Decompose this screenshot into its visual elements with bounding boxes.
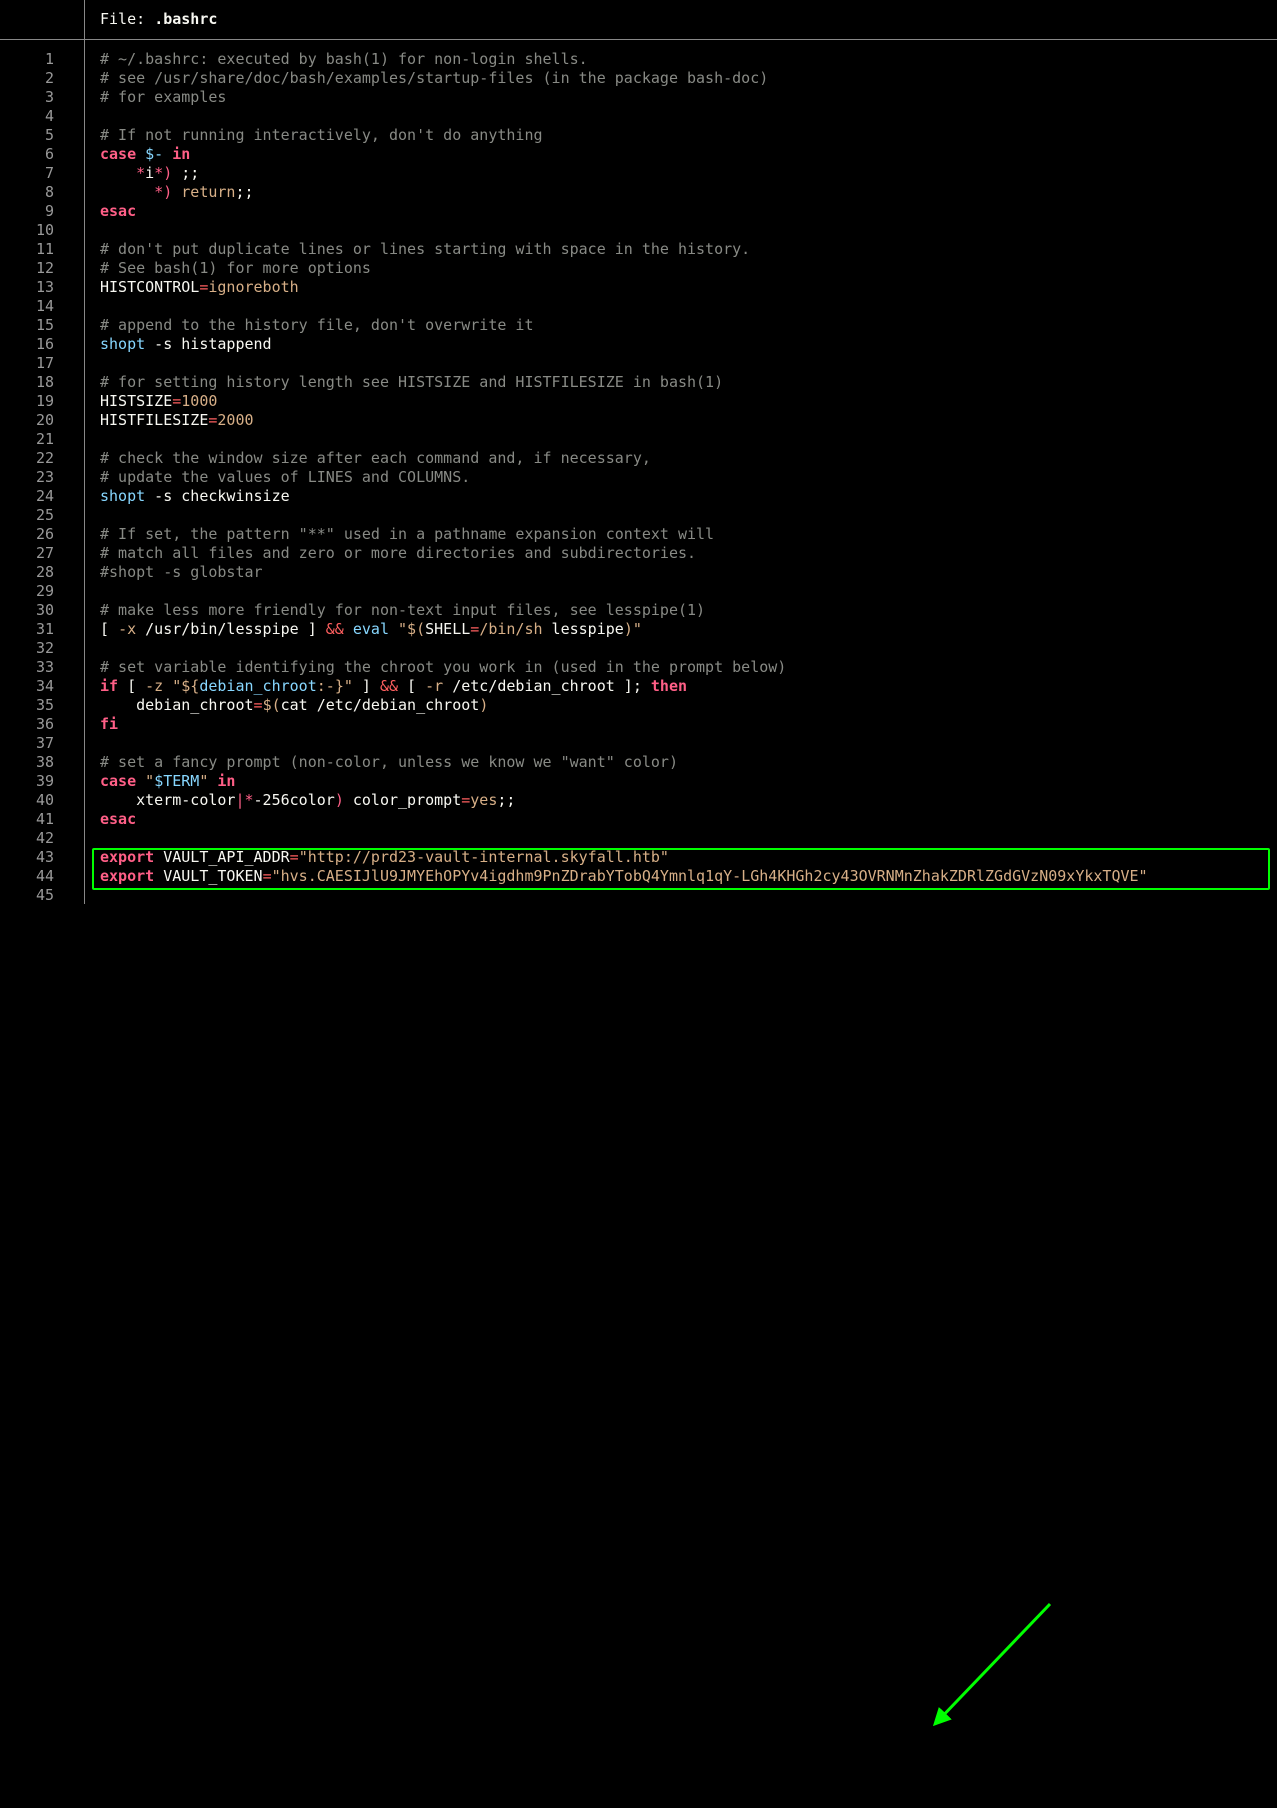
line-number: 16 <box>0 335 54 354</box>
code-line[interactable]: *) return;; <box>100 183 1277 202</box>
file-label: File: <box>100 10 154 29</box>
line-number: 3 <box>0 88 54 107</box>
code-area: 1234567891011121314151617181920212223242… <box>0 40 1277 904</box>
code-line[interactable]: # If not running interactively, don't do… <box>100 126 1277 145</box>
code-content[interactable]: # ~/.bashrc: executed by bash(1) for non… <box>85 40 1277 904</box>
filename: .bashrc <box>154 10 217 29</box>
line-number: 29 <box>0 582 54 601</box>
code-line[interactable]: case $- in <box>100 145 1277 164</box>
line-number: 19 <box>0 392 54 411</box>
code-line[interactable]: HISTCONTROL=ignoreboth <box>100 278 1277 297</box>
line-number: 24 <box>0 487 54 506</box>
line-number: 10 <box>0 221 54 240</box>
header-gutter <box>0 0 85 39</box>
code-line[interactable] <box>100 221 1277 240</box>
code-line[interactable]: # ~/.bashrc: executed by bash(1) for non… <box>100 50 1277 69</box>
annotation-arrow <box>0 904 1277 1808</box>
line-number: 6 <box>0 145 54 164</box>
code-line[interactable] <box>100 582 1277 601</box>
code-line[interactable] <box>100 829 1277 848</box>
line-number: 22 <box>0 449 54 468</box>
line-number: 28 <box>0 563 54 582</box>
line-number: 4 <box>0 107 54 126</box>
file-header: File: .bashrc <box>0 0 1277 40</box>
line-number: 26 <box>0 525 54 544</box>
code-line[interactable]: # for examples <box>100 88 1277 107</box>
code-line[interactable]: export VAULT_TOKEN="hvs.CAESIJlU9JMYEhOP… <box>100 867 1277 886</box>
line-number: 32 <box>0 639 54 658</box>
code-line[interactable]: HISTFILESIZE=2000 <box>100 411 1277 430</box>
line-number-gutter: 1234567891011121314151617181920212223242… <box>0 40 85 904</box>
line-number: 41 <box>0 810 54 829</box>
code-line[interactable]: # See bash(1) for more options <box>100 259 1277 278</box>
line-number: 9 <box>0 202 54 221</box>
line-number: 36 <box>0 715 54 734</box>
line-number: 17 <box>0 354 54 373</box>
code-line[interactable]: # append to the history file, don't over… <box>100 316 1277 335</box>
line-number: 11 <box>0 240 54 259</box>
line-number: 31 <box>0 620 54 639</box>
line-number: 1 <box>0 50 54 69</box>
code-line[interactable]: # don't put duplicate lines or lines sta… <box>100 240 1277 259</box>
line-number: 5 <box>0 126 54 145</box>
code-line[interactable] <box>100 734 1277 753</box>
line-number: 39 <box>0 772 54 791</box>
code-line[interactable] <box>100 430 1277 449</box>
line-number: 12 <box>0 259 54 278</box>
code-line[interactable]: # match all files and zero or more direc… <box>100 544 1277 563</box>
line-number: 23 <box>0 468 54 487</box>
line-number: 34 <box>0 677 54 696</box>
code-line[interactable]: xterm-color|*-256color) color_prompt=yes… <box>100 791 1277 810</box>
line-number: 27 <box>0 544 54 563</box>
line-number: 30 <box>0 601 54 620</box>
code-line[interactable]: fi <box>100 715 1277 734</box>
code-line[interactable]: # see /usr/share/doc/bash/examples/start… <box>100 69 1277 88</box>
code-line[interactable]: HISTSIZE=1000 <box>100 392 1277 411</box>
line-number: 13 <box>0 278 54 297</box>
code-line[interactable] <box>100 107 1277 126</box>
code-line[interactable]: if [ -z "${debian_chroot:-}" ] && [ -r /… <box>100 677 1277 696</box>
line-number: 21 <box>0 430 54 449</box>
code-line[interactable]: debian_chroot=$(cat /etc/debian_chroot) <box>100 696 1277 715</box>
code-line[interactable]: esac <box>100 810 1277 829</box>
line-number: 42 <box>0 829 54 848</box>
code-line[interactable]: export VAULT_API_ADDR="http://prd23-vaul… <box>100 848 1277 867</box>
code-line[interactable]: # make less more friendly for non-text i… <box>100 601 1277 620</box>
line-number: 45 <box>0 886 54 905</box>
header-content: File: .bashrc <box>85 0 217 39</box>
line-number: 38 <box>0 753 54 772</box>
code-line[interactable] <box>100 297 1277 316</box>
code-line[interactable] <box>100 354 1277 373</box>
code-line[interactable]: esac <box>100 202 1277 221</box>
code-line[interactable]: shopt -s checkwinsize <box>100 487 1277 506</box>
code-line[interactable]: # check the window size after each comma… <box>100 449 1277 468</box>
code-line[interactable]: #shopt -s globstar <box>100 563 1277 582</box>
line-number: 40 <box>0 791 54 810</box>
line-number: 2 <box>0 69 54 88</box>
code-line[interactable]: # set a fancy prompt (non-color, unless … <box>100 753 1277 772</box>
line-number: 14 <box>0 297 54 316</box>
code-line[interactable]: shopt -s histappend <box>100 335 1277 354</box>
code-line[interactable]: *i*) ;; <box>100 164 1277 183</box>
code-line[interactable] <box>100 639 1277 658</box>
line-number: 7 <box>0 164 54 183</box>
line-number: 15 <box>0 316 54 335</box>
code-line[interactable]: # If set, the pattern "**" used in a pat… <box>100 525 1277 544</box>
line-number: 44 <box>0 867 54 886</box>
code-line[interactable]: # update the values of LINES and COLUMNS… <box>100 468 1277 487</box>
code-line[interactable]: # for setting history length see HISTSIZ… <box>100 373 1277 392</box>
code-line[interactable]: [ -x /usr/bin/lesspipe ] && eval "$(SHEL… <box>100 620 1277 639</box>
line-number: 25 <box>0 506 54 525</box>
code-line[interactable]: # set variable identifying the chroot yo… <box>100 658 1277 677</box>
line-number: 18 <box>0 373 54 392</box>
line-number: 33 <box>0 658 54 677</box>
line-number: 20 <box>0 411 54 430</box>
line-number: 37 <box>0 734 54 753</box>
code-line[interactable] <box>100 886 1277 905</box>
line-number: 8 <box>0 183 54 202</box>
code-line[interactable] <box>100 506 1277 525</box>
code-line[interactable]: case "$TERM" in <box>100 772 1277 791</box>
line-number: 35 <box>0 696 54 715</box>
line-number: 43 <box>0 848 54 867</box>
